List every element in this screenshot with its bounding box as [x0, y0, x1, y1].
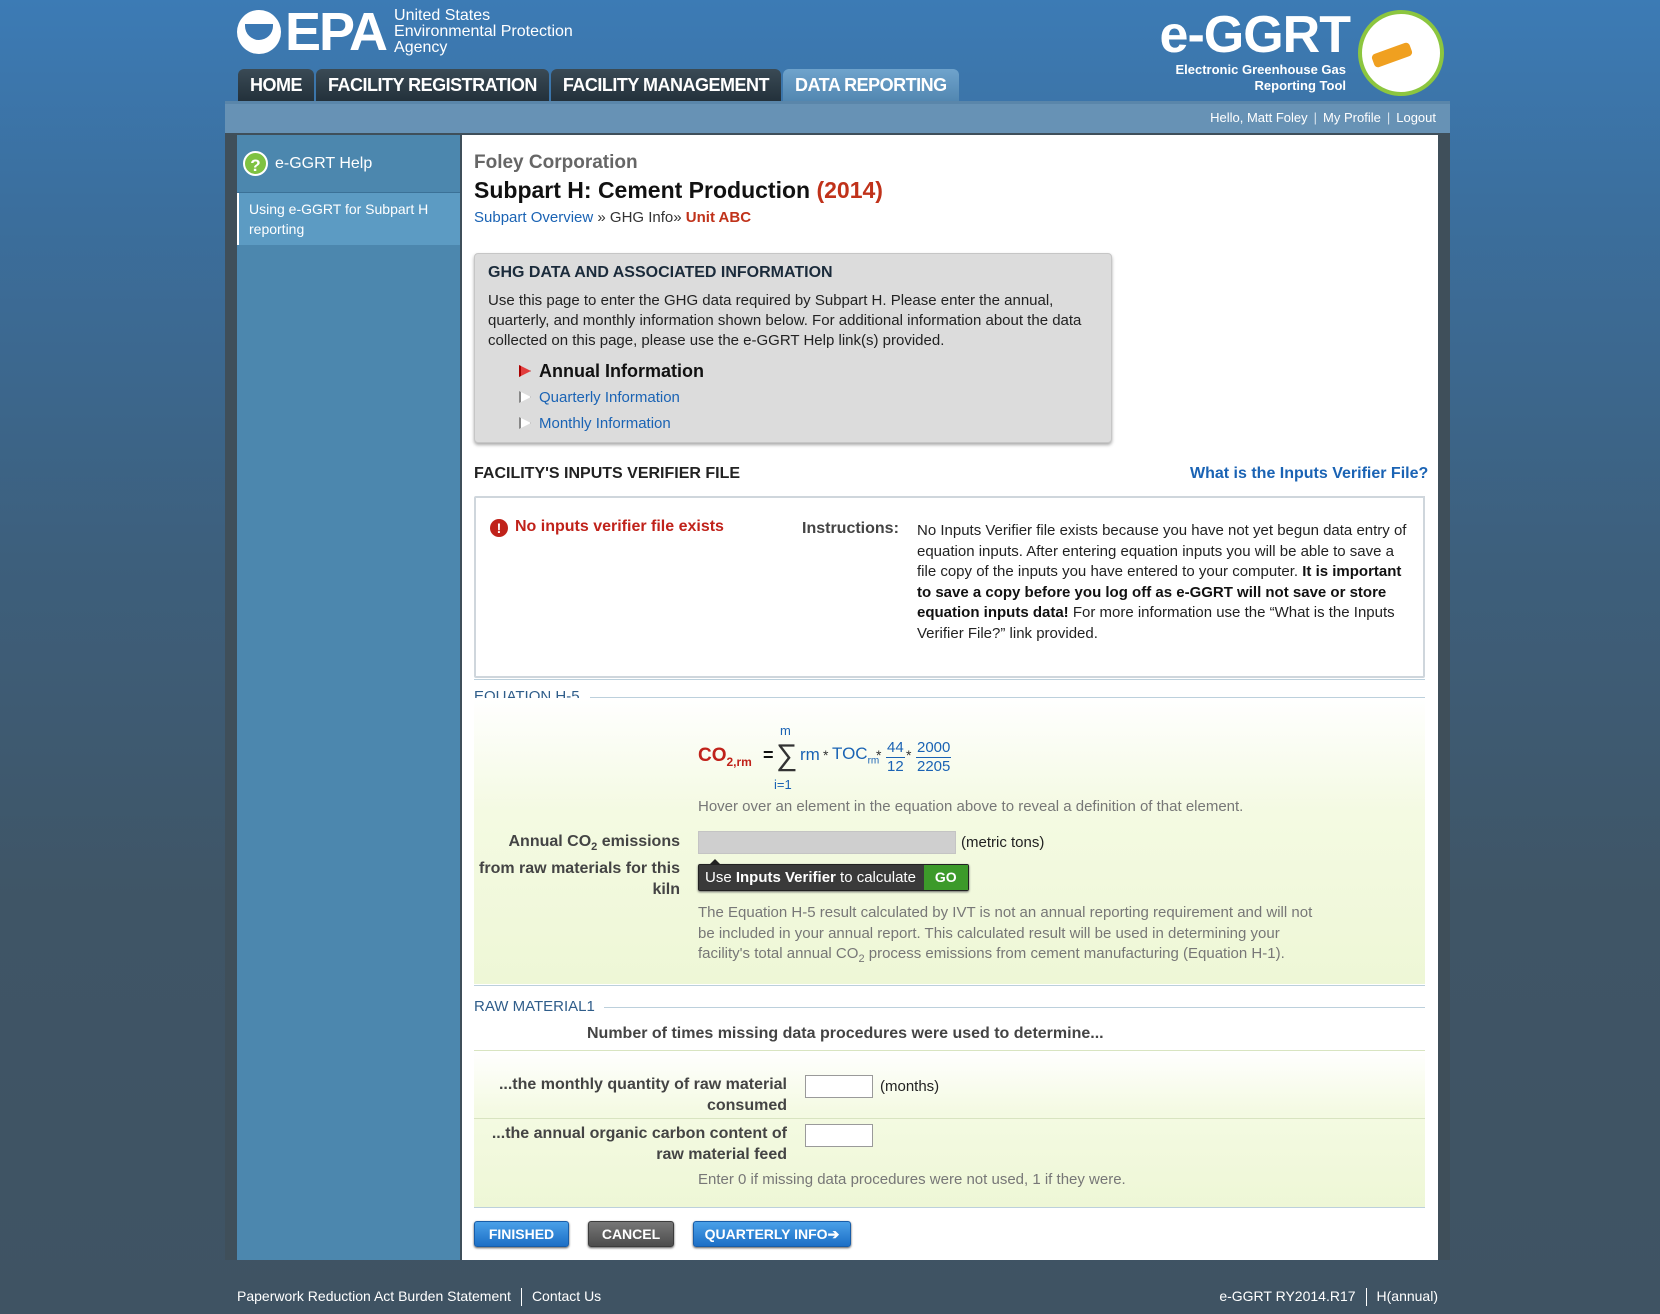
- metric-tons-unit: (metric tons): [961, 834, 1045, 851]
- arrow-icon: [519, 391, 531, 403]
- separator: |: [1313, 110, 1318, 125]
- eq-fraction-44-12[interactable]: 44 12: [886, 739, 905, 776]
- eq-multiply: *: [823, 747, 829, 763]
- step-quarterly[interactable]: Quarterly Information: [519, 384, 704, 410]
- panel-corner: [1399, 496, 1425, 514]
- divider: [474, 679, 1425, 680]
- help-title: e-GGRT Help: [275, 154, 373, 172]
- go-button[interactable]: GO: [923, 865, 968, 890]
- agency-name: United States Environmental Protection A…: [394, 7, 573, 56]
- eggrt-wordmark: e-GGRT: [1159, 6, 1351, 64]
- step-annual: Annual Information: [519, 358, 704, 384]
- epa-logo[interactable]: EPA United States Environmental Protecti…: [237, 2, 573, 62]
- tab-home[interactable]: HOME: [238, 69, 314, 102]
- eq-multiply: *: [876, 747, 882, 763]
- error-icon: !: [490, 519, 508, 537]
- ivf-heading: FACILITY'S INPUTS VERIFIER FILE: [474, 465, 741, 482]
- annual-co2-label: Annual CO2 emissions from raw materials …: [479, 833, 680, 899]
- separator: |: [1386, 110, 1391, 125]
- main-nav: HOME FACILITY REGISTRATION FACILITY MANA…: [238, 69, 961, 102]
- logout-link[interactable]: Logout: [1396, 110, 1436, 125]
- eq-fraction-2000-2205[interactable]: 2000 2205: [916, 739, 952, 776]
- eq-sum-icon: ∑: [776, 739, 798, 772]
- breadcrumb-ghg-info: GHG Info: [609, 209, 674, 226]
- cancel-button[interactable]: CANCEL: [588, 1221, 674, 1247]
- section-steps: Annual Information Quarterly Information…: [519, 358, 704, 436]
- eq-co2-rm[interactable]: CO2,rm: [698, 745, 752, 769]
- help-question-icon: ?: [243, 151, 268, 176]
- separator: [520, 1288, 522, 1306]
- annual-co2-field: [698, 831, 956, 854]
- eq-rm[interactable]: rm: [800, 745, 820, 765]
- organic-carbon-input[interactable]: [805, 1124, 873, 1147]
- equation-note: The Equation H-5 result calculated by IV…: [698, 904, 1313, 965]
- my-profile-link[interactable]: My Profile: [1323, 110, 1381, 125]
- epa-flower-icon: [237, 10, 281, 54]
- page-title: Subpart H: Cement Production (2014): [474, 177, 883, 203]
- arrow-icon: [519, 417, 531, 429]
- use-inputs-verifier-button[interactable]: Use Inputs Verifier to calculate GO: [698, 859, 969, 891]
- info-box-heading: GHG DATA AND ASSOCIATED INFORMATION: [488, 264, 833, 281]
- instructions-label: Instructions:: [802, 520, 899, 537]
- tab-facility-registration[interactable]: FACILITY REGISTRATION: [316, 69, 549, 102]
- eq-multiply: *: [906, 747, 912, 763]
- ghg-info-box: GHG DATA AND ASSOCIATED INFORMATION Use …: [474, 253, 1112, 443]
- divider: [474, 1207, 1425, 1208]
- divider: [474, 1050, 1425, 1051]
- company-name: Foley Corporation: [474, 152, 638, 173]
- tab-data-reporting[interactable]: DATA REPORTING: [783, 69, 959, 102]
- breadcrumb: Subpart Overview » GHG Info» Unit ABC: [474, 209, 752, 226]
- help-link-subpart-h[interactable]: Using e-GGRT for Subpart H reporting: [237, 193, 460, 245]
- ivf-help-link[interactable]: What is the Inputs Verifier File?: [1190, 465, 1428, 483]
- form-label: H(annual): [1376, 1288, 1438, 1304]
- epa-wordmark: EPA: [285, 2, 388, 62]
- finished-button[interactable]: FINISHED: [474, 1221, 569, 1247]
- quarterly-info-button[interactable]: QUARTERLY INFO➔: [693, 1221, 851, 1247]
- eq-toc-rm[interactable]: TOCrm: [832, 744, 879, 766]
- breadcrumb-unit: Unit ABC: [685, 209, 752, 226]
- breadcrumb-subpart-overview[interactable]: Subpart Overview: [474, 209, 593, 226]
- eggrt-subtitle: Electronic Greenhouse Gas Reporting Tool: [1175, 62, 1346, 93]
- divider: [474, 1118, 1425, 1119]
- eq-sum-upper[interactable]: m: [780, 723, 791, 738]
- organic-carbon-label: ...the annual organic carbon content of …: [491, 1125, 787, 1163]
- current-arrow-icon: [519, 365, 531, 377]
- footer-left: Paperwork Reduction Act Burden Statement…: [237, 1288, 601, 1306]
- reporting-year: (2014): [816, 177, 883, 203]
- heron-logo-icon: [1358, 10, 1444, 96]
- missing-data-hint: Enter 0 if missing data procedures were …: [698, 1171, 1126, 1188]
- help-header: ? e-GGRT Help: [237, 135, 460, 193]
- ivf-error-message: No inputs verifier file exists: [515, 518, 724, 535]
- divider: [604, 1007, 1425, 1008]
- user-bar: Hello, Matt Foley | My Profile | Logout: [225, 101, 1450, 133]
- step-monthly[interactable]: Monthly Information: [519, 410, 704, 436]
- user-greeting: Hello, Matt Foley: [1210, 110, 1308, 125]
- eq-equals: =: [763, 745, 774, 765]
- months-unit: (months): [880, 1078, 940, 1095]
- monthly-quantity-input[interactable]: [805, 1075, 873, 1098]
- divider: [474, 985, 1425, 986]
- instructions-text: No Inputs Verifier file exists because y…: [917, 522, 1407, 642]
- eggrt-logo[interactable]: e-GGRT Electronic Greenhouse Gas Reporti…: [1159, 6, 1351, 94]
- monthly-quantity-label: ...the monthly quantity of raw material …: [498, 1076, 787, 1114]
- contact-us-link[interactable]: Contact Us: [532, 1288, 601, 1306]
- tab-facility-management[interactable]: FACILITY MANAGEMENT: [550, 69, 782, 102]
- help-sidebar: ? e-GGRT Help Using e-GGRT for Subpart H…: [237, 135, 460, 1260]
- separator: [1365, 1288, 1367, 1306]
- equation-hint: Hover over an element in the equation ab…: [698, 798, 1244, 815]
- ivf-panel: ! No inputs verifier file exists Instruc…: [474, 496, 1425, 678]
- raw-material-section-title: RAW MATERIAL1: [474, 998, 595, 1015]
- info-box-description: Use this page to enter the GHG data requ…: [488, 292, 1082, 349]
- eq-sum-lower[interactable]: i=1: [774, 777, 792, 792]
- paperwork-link[interactable]: Paperwork Reduction Act Burden Statement: [237, 1288, 511, 1306]
- footer-right: e-GGRT RY2014.R17 H(annual): [1219, 1288, 1438, 1306]
- version-label: e-GGRT RY2014.R17: [1219, 1288, 1356, 1304]
- missing-data-title: Number of times missing data procedures …: [587, 1025, 1104, 1042]
